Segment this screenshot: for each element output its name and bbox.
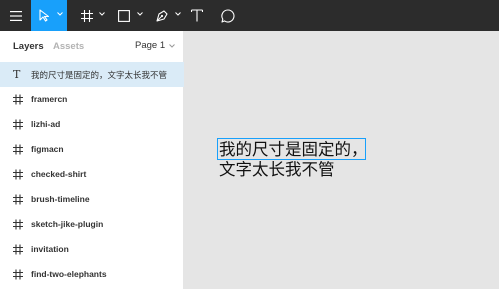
panel-tabs: Layers Assets Page 1 (0, 31, 183, 60)
toolbar (0, 0, 499, 31)
frame-icon (13, 269, 23, 280)
layer-label: brush-timeline (31, 194, 90, 204)
frame-icon (81, 9, 93, 22)
page-name: Page 1 (135, 40, 166, 51)
text-icon (191, 9, 203, 22)
move-tool-button[interactable] (31, 0, 67, 31)
layer-row[interactable]: figmacn (0, 137, 184, 162)
layer-row[interactable]: brush-timeline (0, 187, 184, 212)
page-selector[interactable]: Page 1 (135, 40, 175, 51)
layers-panel: Layers Assets Page 1 T 我的尺寸是固定的，文字太长我不管 … (0, 31, 184, 289)
chevron-down-icon (175, 12, 181, 16)
frame-icon (13, 169, 23, 180)
frame-icon (13, 194, 23, 205)
layer-label: 我的尺寸是固定的，文字太长我不管 (31, 70, 168, 80)
layer-label: sketch-jike-plugin (31, 219, 104, 229)
chevron-down-icon (99, 12, 105, 16)
chevron-down-icon (137, 12, 143, 16)
frame-icon (13, 244, 23, 255)
comment-icon (221, 8, 235, 23)
layer-label: lizhi-ad (31, 119, 61, 129)
move-icon (39, 9, 50, 22)
layer-label: checked-shirt (31, 169, 87, 179)
layer-row[interactable]: checked-shirt (0, 162, 184, 187)
menu-icon (9, 10, 22, 21)
frame-icon (13, 144, 23, 155)
frame-icon (13, 119, 23, 130)
layer-row[interactable]: T 我的尺寸是固定的，文字太长我不管 (0, 62, 184, 87)
layer-row[interactable]: find-two-elephants (0, 262, 184, 287)
frame-tool-button[interactable] (75, 0, 107, 31)
chevron-down-icon (57, 12, 63, 16)
layer-label: invitation (31, 244, 69, 254)
pen-icon (155, 10, 168, 22)
canvas-text-layer[interactable]: 我的尺寸是固定的，文字太长我不管 (219, 140, 369, 180)
layer-label: figmacn (31, 144, 64, 154)
layer-row[interactable]: invitation (0, 237, 184, 262)
main-menu-button[interactable] (0, 0, 31, 31)
layer-row[interactable]: lizhi-ad (0, 112, 184, 137)
layer-row[interactable]: framercn (0, 87, 184, 112)
layer-row[interactable]: sketch-jike-plugin (0, 212, 184, 237)
rectangle-icon (118, 9, 130, 22)
pen-tool-button[interactable] (149, 0, 183, 31)
shape-tool-button[interactable] (111, 0, 145, 31)
comment-tool-button[interactable] (213, 0, 243, 31)
tab-assets[interactable]: Assets (53, 41, 84, 52)
chevron-down-icon (169, 43, 175, 48)
layer-label: find-two-elephants (31, 269, 107, 279)
frame-icon (13, 94, 23, 105)
frame-icon (13, 219, 23, 230)
text-tool-button[interactable] (183, 0, 211, 31)
tab-layers[interactable]: Layers (13, 41, 44, 52)
text-layer-icon: T (13, 68, 21, 81)
layer-label: framercn (31, 94, 68, 104)
